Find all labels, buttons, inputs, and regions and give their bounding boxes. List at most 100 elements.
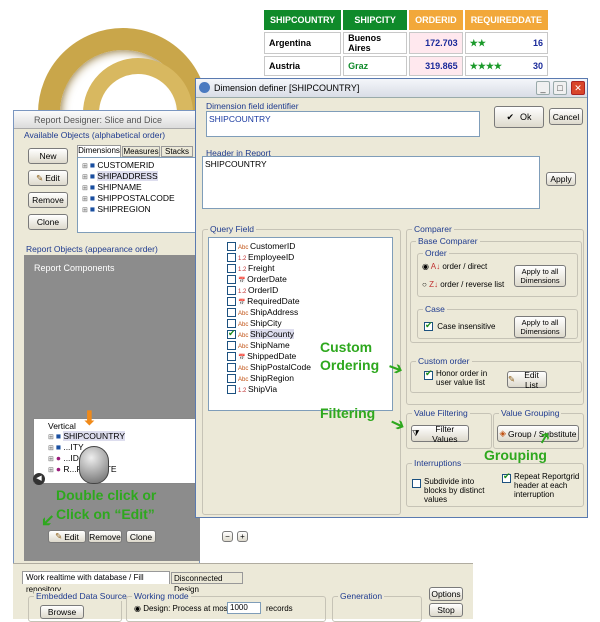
list-item[interactable]: ⊞ ■ CUSTOMERID: [82, 160, 196, 171]
collapse-button[interactable]: −: [222, 531, 233, 542]
list-item[interactable]: ⊞ ■ SHIPNAME: [82, 182, 196, 193]
query-field-name: CustomerID: [250, 241, 296, 251]
query-field-item[interactable]: Abc ShipRegion: [227, 373, 392, 384]
generation-group: Generation: [332, 591, 422, 622]
checkbox[interactable]: [227, 352, 236, 362]
field-identifier-input[interactable]: SHIPCOUNTRY: [206, 111, 480, 137]
query-field-name: ShipAddress: [250, 307, 299, 317]
list-item[interactable]: ⊞ ● ...ID: [48, 453, 199, 464]
dimensions-list: ⊞ ■ CUSTOMERID ⊞ ■ SHIPADDRESS ⊞ ■ SHIPN…: [77, 157, 197, 233]
case-apply-all-button[interactable]: Apply to all Dimensions: [514, 316, 566, 338]
order-reverse-radio[interactable]: ○ Z↓ order / reverse list: [422, 280, 504, 289]
header-in-report-input[interactable]: SHIPCOUNTRY: [202, 156, 540, 209]
filter-values-label: Filter Values: [432, 423, 458, 444]
query-field-name: ShipCounty: [250, 329, 294, 339]
list-item[interactable]: ⊞ ■ SHIPADDRESS: [82, 171, 196, 182]
checkbox[interactable]: [227, 242, 236, 252]
checkbox[interactable]: [412, 479, 421, 488]
double-click-callout: Double click or Click on “Edit”: [56, 487, 157, 522]
checkbox-checked[interactable]: [424, 320, 433, 332]
arrow-down-icon: ⬇: [81, 408, 98, 430]
checkbox[interactable]: [227, 253, 236, 263]
design-process-radio[interactable]: ◉ Design: Process at most: [134, 604, 230, 613]
minimize-icon[interactable]: _: [536, 81, 550, 95]
checkbox[interactable]: [227, 275, 236, 285]
components-clone-button[interactable]: Clone: [126, 530, 156, 543]
repeat-header-checkbox[interactable]: Repeat Reportgrid header at each interru…: [502, 472, 582, 499]
window-icon: [199, 82, 210, 93]
maximize-icon[interactable]: □: [553, 81, 567, 95]
query-field-item[interactable]: 📅 OrderDate: [227, 274, 392, 285]
query-field-item[interactable]: 1.2 EmployeeID: [227, 252, 392, 263]
query-field-item[interactable]: 1.2 ShipVia: [227, 384, 392, 395]
filter-icon: ⧩: [412, 428, 420, 438]
checkbox[interactable]: [227, 308, 236, 318]
edit-list-button[interactable]: ✎ Edit List: [507, 370, 547, 390]
scroll-left-icon[interactable]: ◀: [33, 473, 45, 485]
checkbox-checked[interactable]: [227, 328, 236, 340]
order-apply-all-button[interactable]: Apply to all Dimensions: [514, 265, 566, 287]
edit-icon: ✎: [508, 374, 516, 384]
tab-dimensions[interactable]: Dimensions: [77, 145, 121, 157]
close-icon[interactable]: ✕: [571, 81, 585, 95]
honor-order-label: Honor order in user value list: [436, 369, 488, 387]
checkbox[interactable]: [227, 341, 236, 351]
edit-icon: ✎: [36, 172, 44, 183]
query-field-item[interactable]: Abc ShipAddress: [227, 307, 392, 318]
apply-button[interactable]: Apply: [546, 172, 576, 186]
case-insensitive-checkbox[interactable]: Case insensitive: [424, 320, 495, 332]
query-field-label: Query Field: [208, 224, 256, 234]
checkbox[interactable]: [227, 374, 236, 384]
order-direct-radio[interactable]: ◉ A↓ order / direct: [422, 262, 487, 271]
list-item[interactable]: ⊞ ■ SHIPPOSTALCODE: [82, 193, 196, 204]
checkbox[interactable]: [227, 363, 236, 373]
checkbox[interactable]: [227, 319, 236, 329]
remove-button[interactable]: Remove: [28, 192, 68, 208]
sort-za-icon: Z↓: [429, 280, 438, 289]
new-button[interactable]: New: [28, 148, 68, 164]
query-field-item[interactable]: Abc CustomerID: [227, 241, 392, 252]
list-item[interactable]: ⊞ ■ ...ITY: [48, 442, 199, 453]
filter-values-button[interactable]: ⧩ Filter Values: [411, 423, 469, 444]
checkbox-checked[interactable]: [502, 472, 511, 483]
components-edit-button[interactable]: ✎ Edit: [48, 530, 86, 543]
tab-stacks[interactable]: Stacks: [161, 146, 193, 157]
cancel-button[interactable]: Cancel: [549, 108, 583, 125]
clone-button[interactable]: Clone: [28, 214, 68, 230]
records-input[interactable]: 1000: [227, 602, 261, 614]
interruptions-label: Interruptions: [412, 458, 464, 468]
tab-disconnected-design[interactable]: Disconnected Design: [171, 572, 243, 594]
stop-button[interactable]: Stop: [429, 603, 463, 617]
checkbox[interactable]: [227, 286, 236, 296]
options-button[interactable]: Options: [429, 587, 463, 601]
query-field-item[interactable]: Abc ShipCity: [227, 318, 392, 329]
list-item[interactable]: ⊞ ■ SHIPREGION: [82, 204, 196, 215]
checkbox-checked[interactable]: [424, 369, 433, 380]
embedded-data-source-label: Embedded Data Source: [34, 591, 129, 601]
expand-button[interactable]: +: [237, 531, 248, 542]
checkbox[interactable]: [227, 264, 236, 274]
subdivide-checkbox[interactable]: Subdivide into blocks by distinct values: [412, 477, 498, 504]
list-item[interactable]: ⊞ ● R...REDDATE: [48, 464, 199, 475]
honor-order-checkbox[interactable]: Honor order in user value list: [424, 369, 502, 387]
table-cell-value: 30: [533, 60, 544, 71]
query-field-item[interactable]: 📅 RequiredDate: [227, 296, 392, 307]
query-field-item[interactable]: 1.2 Freight: [227, 263, 392, 274]
table-cell: Graz: [343, 56, 408, 76]
list-item-label: ...ID: [63, 453, 79, 463]
checkbox[interactable]: [227, 385, 236, 395]
browse-button[interactable]: Browse: [40, 605, 84, 619]
tab-measures[interactable]: Measures: [122, 146, 160, 157]
query-field-item[interactable]: 1.2 OrderID: [227, 285, 392, 296]
table-row: Argentina Buenos Aires 172.703 ★★ 16: [264, 32, 549, 54]
filtering-callout: Filtering: [320, 405, 376, 421]
ok-button[interactable]: ✔ Ok: [494, 106, 544, 128]
query-field-name: ShippedDate: [247, 351, 297, 361]
col-header-shipcountry: SHIPCOUNTRY: [264, 10, 342, 30]
checkbox[interactable]: [227, 297, 236, 307]
tab-work-realtime[interactable]: Work realtime with database / Fill repos…: [22, 571, 170, 594]
list-item[interactable]: ⊞ ■ SHIPCOUNTRY: [48, 431, 199, 442]
components-remove-button[interactable]: Remove: [88, 530, 122, 543]
edit-button[interactable]: ✎ Edit: [28, 170, 68, 186]
query-field-name: ShipVia: [248, 384, 278, 394]
